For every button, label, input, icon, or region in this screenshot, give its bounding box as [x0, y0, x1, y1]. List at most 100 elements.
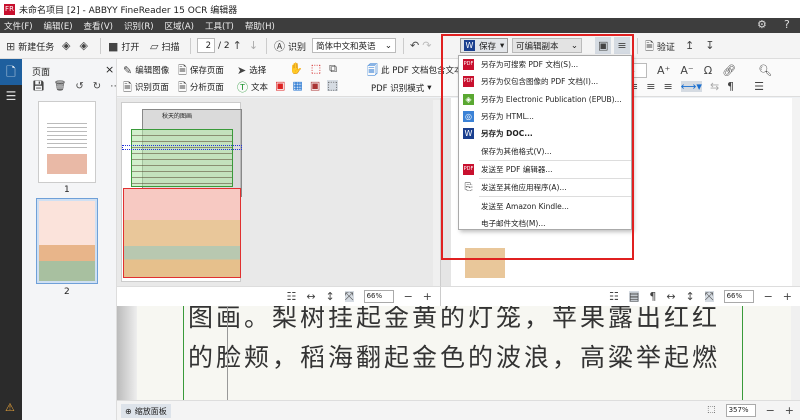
rotate-right-icon[interactable]: ↻: [93, 81, 101, 92]
pdf-recog-mode-button[interactable]: PDF 识别模式 ▾: [371, 82, 432, 94]
fit-height-icon[interactable]: ↕: [686, 291, 695, 302]
zoom-in-icon[interactable]: +: [785, 405, 794, 416]
list-view-icon[interactable]: ☰: [0, 89, 22, 103]
save-menu-item[interactable]: ⎘ 发送至其他应用程序(A)...: [459, 179, 631, 196]
zoom-in-icon[interactable]: +: [783, 291, 792, 302]
save-menu-item[interactable]: ◈ 另存为 Electronic Publication (EPUB)...: [459, 91, 631, 108]
fit-page-icon[interactable]: ⤧: [344, 291, 354, 302]
text-area-button[interactable]: Ⓣ 文本: [237, 81, 268, 94]
menu-help[interactable]: 帮助(H): [245, 20, 275, 32]
menu-area[interactable]: 区域(A): [165, 20, 194, 32]
new-task-button[interactable]: ⊞ 新建任务: [6, 40, 54, 53]
verify-button[interactable]: 🗎 验证: [645, 40, 675, 53]
hand-icon[interactable]: ✋: [289, 63, 303, 74]
save-mode-select[interactable]: 可编辑副本 ⌄: [512, 38, 582, 53]
delete-icon[interactable]: 🗑︎: [54, 81, 67, 92]
zoom-in-icon[interactable]: +: [423, 291, 432, 302]
text-view-icon[interactable]: ≡: [614, 37, 630, 54]
fit-page-icon[interactable]: ⤧: [704, 291, 714, 302]
picture-area-icon[interactable]: ▣: [275, 80, 285, 91]
selected-line[interactable]: [122, 145, 242, 150]
text-scroll-left[interactable]: [441, 98, 451, 286]
text-zoom-select[interactable]: 66%: [723, 290, 754, 303]
menu-tools[interactable]: 工具(T): [205, 20, 234, 32]
layers-icon[interactable]: ◈: [79, 40, 87, 51]
image-scrollbar[interactable]: [433, 100, 440, 286]
page-number-input[interactable]: 2: [197, 38, 215, 53]
link-icon[interactable]: 🔗︎: [722, 65, 736, 76]
zoom-pane-zoom-select[interactable]: 357%: [725, 404, 756, 417]
pdf-text-layer-button[interactable]: 🗐 此 PDF 文档包含文本层: [367, 64, 471, 77]
fit-icon[interactable]: ⬚: [707, 405, 716, 416]
analyze-page-button[interactable]: 🗎 分析页面: [178, 81, 224, 94]
next-page-icon[interactable]: ↓: [249, 40, 258, 51]
align-center-icon[interactable]: ≡: [646, 81, 655, 92]
export-up-icon[interactable]: ↥: [685, 40, 694, 51]
thumbnails-icon[interactable]: ☷: [609, 291, 619, 302]
picture-area-box[interactable]: [123, 188, 241, 278]
scan-button[interactable]: ▱ 扫描: [150, 40, 179, 53]
pages-view-icon[interactable]: 🗋: [0, 59, 22, 85]
justify-icon[interactable]: ⟷▾: [680, 81, 702, 92]
align-right-icon[interactable]: ≡: [663, 81, 672, 92]
save-icon[interactable]: 💾︎: [32, 81, 45, 92]
help-icon[interactable]: ?: [784, 18, 790, 31]
save-menu-item[interactable]: PDF 另存为仅包含图像的 PDF 文档(I)...: [459, 73, 631, 90]
thumbnails-icon[interactable]: ☷: [286, 291, 296, 302]
image-view-icon[interactable]: ▣: [595, 37, 612, 54]
special-char-icon[interactable]: Ω: [704, 65, 712, 76]
recognize-button[interactable]: Ⓐ 识别: [274, 40, 306, 53]
gear-icon[interactable]: ⚙: [757, 18, 767, 31]
recognize-page-button[interactable]: 🗎 识别页面: [123, 81, 169, 94]
fit-height-icon[interactable]: ↕: [326, 291, 335, 302]
save-menu-item[interactable]: 电子邮件文档(M)...: [459, 215, 631, 232]
format-icon[interactable]: ☰: [754, 81, 764, 92]
line-spacing-icon[interactable]: ⇆: [710, 81, 719, 92]
barcode-area-icon[interactable]: ⬚: [327, 80, 338, 91]
fit-width-icon[interactable]: ↔: [306, 291, 315, 302]
save-menu-item[interactable]: 发送至 Amazon Kindle...: [459, 197, 631, 214]
add-layer-icon[interactable]: ◈: [62, 40, 70, 51]
open-button[interactable]: ■ 打开: [108, 40, 139, 53]
page-thumbnail-2[interactable]: [36, 198, 98, 284]
decrease-font-icon[interactable]: A⁻: [680, 65, 693, 76]
rotate-left-icon[interactable]: ↺: [75, 81, 83, 92]
save-menu-item[interactable]: W 另存为 DOC...: [459, 125, 631, 142]
menu-recognize[interactable]: 识别(R): [124, 20, 154, 32]
save-menu-item[interactable]: 保存为其他格式(V)...: [459, 142, 631, 159]
save-menu-item[interactable]: PDF 发送至 PDF 编辑器...: [459, 161, 631, 178]
warning-icon[interactable]: ⚠: [5, 401, 15, 414]
save-menu-item[interactable]: ◎ 另存为 HTML...: [459, 108, 631, 125]
export-down-icon[interactable]: ↧: [705, 40, 714, 51]
text-scrollbar[interactable]: [792, 98, 800, 286]
prev-page-icon[interactable]: ↑: [233, 40, 242, 51]
paragraph-icon[interactable]: ¶: [727, 81, 734, 92]
image-zoom-select[interactable]: 66%: [363, 290, 394, 303]
select-tool-button[interactable]: ➤ 选择: [237, 64, 266, 77]
compare-icon[interactable]: ▤: [628, 291, 640, 302]
redo-icon[interactable]: ↷: [422, 40, 431, 51]
auto-area-icon[interactable]: ⧉: [329, 63, 337, 74]
undo-icon[interactable]: ↶: [410, 40, 419, 51]
table-area-icon[interactable]: ▦: [292, 80, 302, 91]
delete-area-icon[interactable]: ⬚: [311, 63, 321, 74]
save-menu-item[interactable]: PDF 另存为可搜索 PDF 文档(S)...: [459, 56, 631, 73]
zoom-out-icon[interactable]: −: [766, 405, 775, 416]
background-picture-icon[interactable]: ▣: [310, 80, 320, 91]
menu-file[interactable]: 文件(F): [4, 20, 33, 32]
paragraph-marks-icon[interactable]: ¶: [649, 291, 656, 302]
zoom-out-icon[interactable]: −: [764, 291, 773, 302]
menu-edit[interactable]: 编辑(E): [44, 20, 73, 32]
save-page-button[interactable]: 🗎 保存页面: [178, 64, 224, 77]
zoom-panel-button[interactable]: ⊕ 缩放面板: [121, 404, 171, 418]
save-dropdown-arrow-icon[interactable]: ▾: [500, 41, 504, 51]
text-area-box[interactable]: [131, 129, 233, 187]
zoom-out-icon[interactable]: −: [404, 291, 413, 302]
close-icon[interactable]: ×: [105, 63, 114, 76]
language-select[interactable]: 简体中文和英语 ⌄: [312, 38, 396, 53]
zoom-scrollbar[interactable]: [791, 306, 800, 400]
menu-view[interactable]: 查看(V): [84, 20, 113, 32]
increase-font-icon[interactable]: A⁺: [657, 65, 670, 76]
edit-image-button[interactable]: ✎ 编辑图像: [123, 64, 169, 77]
page-thumbnail-1[interactable]: [38, 101, 96, 183]
